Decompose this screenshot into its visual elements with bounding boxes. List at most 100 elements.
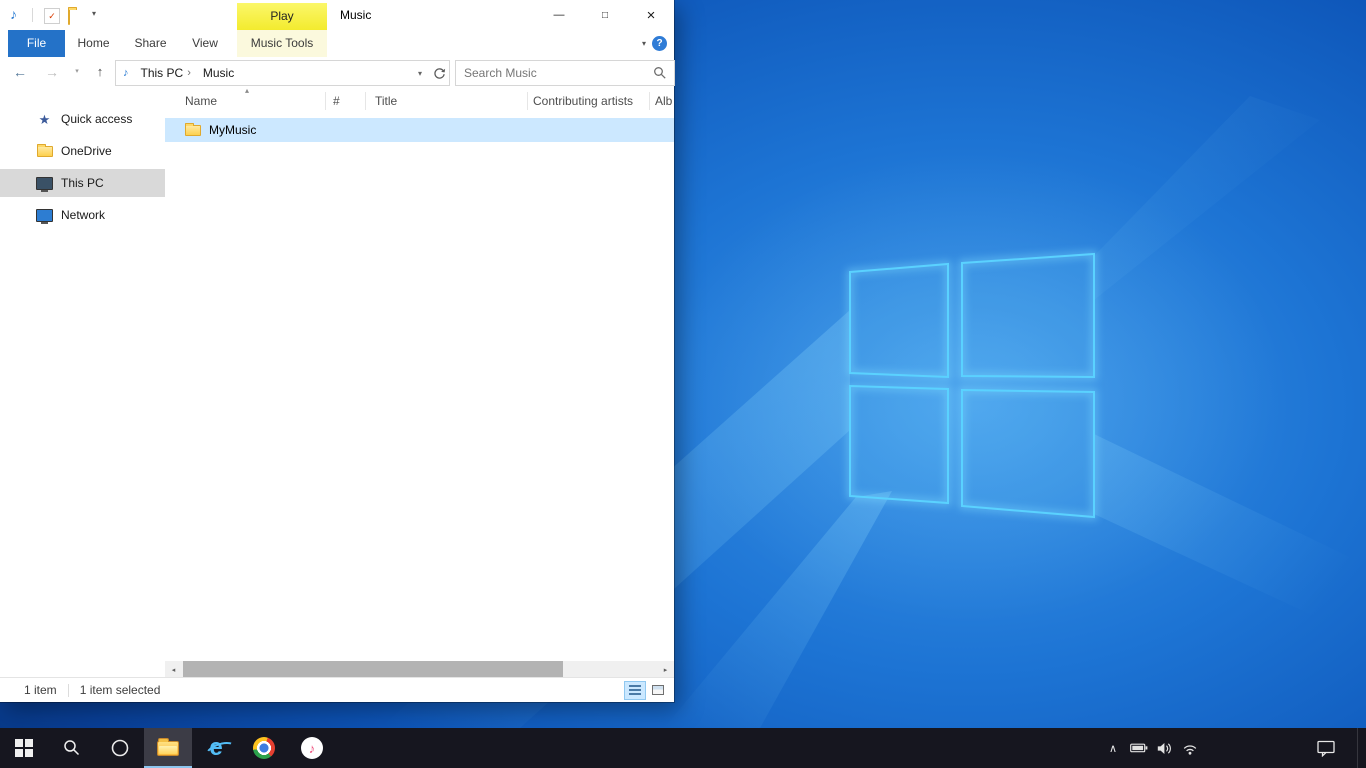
network-wifi-icon[interactable] xyxy=(1182,742,1198,755)
qat-properties-icon[interactable]: ✓ xyxy=(44,8,60,24)
large-icons-view-icon xyxy=(652,685,664,695)
recent-locations-chevron-icon[interactable]: ▾ xyxy=(70,57,84,87)
close-button[interactable]: × xyxy=(628,0,674,30)
taskbar-chrome-button[interactable] xyxy=(240,728,288,768)
status-bar: 1 item 1 item selected xyxy=(0,677,674,702)
maximize-button[interactable]: □ xyxy=(582,0,628,30)
itunes-icon: ♪ xyxy=(301,737,323,759)
column-header-contributing-artists[interactable]: Contributing artists xyxy=(533,87,633,115)
show-desktop-button[interactable] xyxy=(1357,728,1366,768)
expand-ribbon-chevron-icon[interactable]: ▾ xyxy=(642,39,646,48)
location-music-icon: ♪ xyxy=(123,67,129,79)
action-center-icon[interactable] xyxy=(1317,740,1336,757)
breadcrumb-this-pc[interactable]: This PC xyxy=(137,66,188,80)
sidebar-item-network[interactable]: Network xyxy=(0,201,165,229)
quick-access-star-icon: ★ xyxy=(36,111,53,127)
network-icon xyxy=(36,207,53,223)
qat-customize-chevron-icon[interactable]: ▾ xyxy=(92,9,96,18)
cortana-circle-icon xyxy=(110,738,130,758)
this-pc-monitor-icon xyxy=(36,175,53,191)
column-header-number[interactable]: # xyxy=(333,87,340,115)
sort-ascending-icon: ▴ xyxy=(245,87,249,96)
cortana-button[interactable] xyxy=(96,728,144,768)
status-divider xyxy=(68,684,69,697)
folder-icon xyxy=(68,9,70,25)
navigation-bar: ← → ▾ ↑ ♪ This PC › Music ▾ xyxy=(0,57,674,88)
breadcrumb-separator-icon[interactable]: › xyxy=(187,67,191,79)
column-separator[interactable] xyxy=(365,92,366,110)
battery-icon[interactable] xyxy=(1130,742,1148,754)
view-switcher xyxy=(622,682,668,699)
windows-logo-icon xyxy=(15,739,33,757)
sidebar-item-this-pc[interactable]: This PC xyxy=(0,169,165,197)
sidebar-item-label: Quick access xyxy=(61,112,132,126)
taskbar: e ♪ ∧ xyxy=(0,728,1366,768)
start-button[interactable] xyxy=(0,728,48,768)
help-button[interactable]: ? xyxy=(652,36,667,51)
sidebar-item-quick-access[interactable]: ★ Quick access xyxy=(0,105,165,133)
horizontal-scrollbar[interactable]: ◂ ▸ xyxy=(165,661,674,678)
tab-share[interactable]: Share xyxy=(122,30,179,57)
chrome-icon xyxy=(253,737,275,759)
explorer-body: ★ Quick access OneDrive This PC Network xyxy=(0,87,674,678)
qat-new-folder-icon[interactable] xyxy=(68,10,70,24)
scroll-left-arrow-icon[interactable]: ◂ xyxy=(165,661,182,678)
taskbar-internet-explorer-button[interactable]: e xyxy=(192,728,240,768)
selection-count: 1 item selected xyxy=(80,683,161,697)
column-header-name[interactable]: Name xyxy=(185,87,217,115)
address-dropdown-chevron-icon[interactable]: ▾ xyxy=(411,69,429,78)
scrollbar-thumb[interactable] xyxy=(183,661,563,678)
scrollbar-track[interactable] xyxy=(182,661,657,678)
column-header-title[interactable]: Title xyxy=(375,87,397,115)
forward-button[interactable]: → xyxy=(40,57,64,87)
up-button[interactable]: ↑ xyxy=(90,57,110,87)
window-controls: — □ × xyxy=(536,0,674,30)
file-list-pane: ▴ Name # Title Contributing artists Alb … xyxy=(165,87,674,678)
tab-home[interactable]: Home xyxy=(65,30,122,57)
taskbar-search-button[interactable] xyxy=(48,728,96,768)
navigation-pane: ★ Quick access OneDrive This PC Network xyxy=(0,87,165,678)
sidebar-item-label: Network xyxy=(61,208,105,222)
desktop[interactable]: ♪ ✓ ▾ Play Music — □ × File Home Share V… xyxy=(0,0,1366,768)
hidden-icons-chevron-icon[interactable]: ∧ xyxy=(1105,742,1121,755)
taskbar-itunes-button[interactable]: ♪ xyxy=(288,728,336,768)
breadcrumb-music[interactable]: Music xyxy=(199,66,238,80)
scroll-right-arrow-icon[interactable]: ▸ xyxy=(657,661,674,678)
column-separator[interactable] xyxy=(649,92,650,110)
address-bar[interactable]: ♪ This PC › Music ▾ xyxy=(115,60,450,86)
column-header-album[interactable]: Alb xyxy=(655,87,672,115)
file-explorer-window: ♪ ✓ ▾ Play Music — □ × File Home Share V… xyxy=(0,0,674,702)
details-view-icon xyxy=(629,685,641,695)
file-name: MyMusic xyxy=(209,123,256,137)
file-explorer-folder-icon xyxy=(157,741,179,756)
internet-explorer-icon: e xyxy=(209,736,222,760)
file-row-mymusic[interactable]: MyMusic xyxy=(165,118,674,142)
window-title: Music xyxy=(340,0,371,30)
large-icons-view-button[interactable] xyxy=(648,682,668,699)
search-box xyxy=(455,60,675,86)
onedrive-icon xyxy=(36,143,53,159)
sidebar-item-onedrive[interactable]: OneDrive xyxy=(0,137,165,165)
toolbar-separator xyxy=(32,8,33,22)
details-view-button[interactable] xyxy=(625,682,645,699)
tab-view[interactable]: View xyxy=(179,30,231,57)
folder-icon xyxy=(185,125,201,136)
sidebar-item-label: OneDrive xyxy=(61,144,112,158)
sidebar-item-label: This PC xyxy=(61,176,104,190)
back-button[interactable]: ← xyxy=(8,57,32,87)
search-icon xyxy=(63,739,81,757)
taskbar-file-explorer-button[interactable] xyxy=(144,728,192,768)
column-separator[interactable] xyxy=(325,92,326,110)
title-bar[interactable]: ♪ ✓ ▾ Play Music — □ × xyxy=(0,0,674,30)
music-note-app-icon: ♪ xyxy=(10,6,17,22)
tab-music-tools[interactable]: Music Tools xyxy=(237,30,327,57)
refresh-icon[interactable] xyxy=(429,67,449,80)
volume-icon[interactable] xyxy=(1157,742,1173,755)
contextual-tab-play[interactable]: Play xyxy=(237,3,327,30)
search-input[interactable] xyxy=(456,66,653,80)
column-separator[interactable] xyxy=(527,92,528,110)
tab-file[interactable]: File xyxy=(8,30,65,57)
minimize-button[interactable]: — xyxy=(536,0,582,30)
search-icon[interactable] xyxy=(653,66,667,80)
ribbon-tab-row: File Home Share View Music Tools ▾ ? xyxy=(0,30,674,58)
